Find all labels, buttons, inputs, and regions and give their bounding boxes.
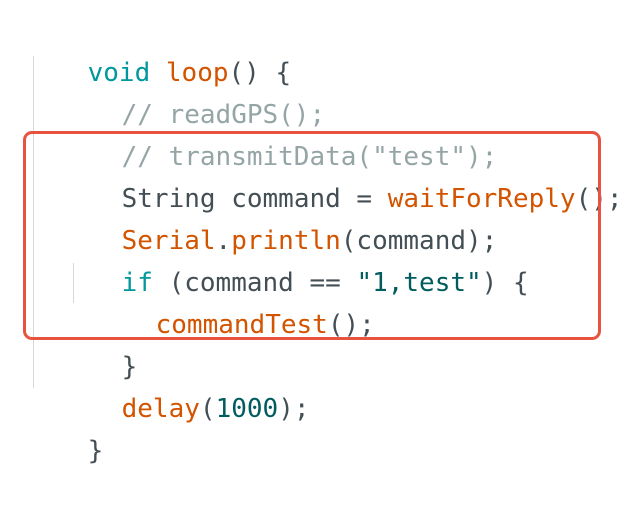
highlight-box xyxy=(23,131,601,340)
closing-brace-loop: } xyxy=(87,436,104,466)
code-line-2: // readGPS(); xyxy=(59,52,326,130)
code-line-1: void loop() { xyxy=(25,10,292,88)
code-line-3: // transmitData("test"); xyxy=(59,94,498,172)
number-literal: 1000 xyxy=(215,394,279,424)
code-editor[interactable]: void loop() { // readGPS(); // transmitD… xyxy=(0,0,628,466)
code-line-10: } xyxy=(25,388,104,466)
function-delay: delay xyxy=(121,394,200,424)
code-line-9: delay(1000); xyxy=(121,394,310,424)
